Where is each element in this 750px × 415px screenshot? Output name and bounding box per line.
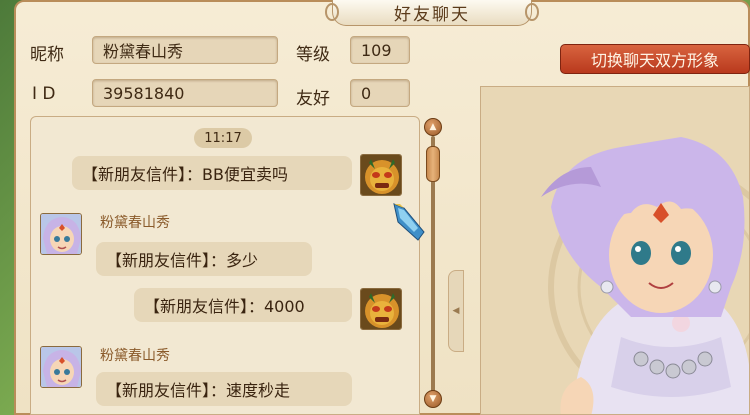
nickname-value: 粉黛春山秀 bbox=[103, 42, 184, 61]
title-ornament-left bbox=[325, 3, 339, 21]
sender-name: 粉黛春山秀 bbox=[100, 348, 170, 364]
lion-mask-avatar-icon bbox=[360, 288, 402, 330]
chat-timestamp: 11:17 bbox=[194, 128, 252, 148]
nickname-label: 昵称 bbox=[30, 45, 64, 65]
scroll-down-button[interactable]: ▼ bbox=[424, 390, 442, 408]
window-title: 好友聊天 bbox=[394, 5, 470, 25]
level-field: 109 bbox=[350, 36, 410, 64]
collapse-panel-toggle[interactable]: ◀ bbox=[448, 270, 464, 352]
chat-message-bubble: 【新朋友信件】：多少 bbox=[96, 242, 312, 276]
scroll-up-button[interactable]: ▲ bbox=[424, 118, 442, 136]
chat-message-bubble: 【新朋友信件】：4000 bbox=[134, 288, 352, 322]
sender-name: 粉黛春山秀 bbox=[100, 215, 170, 231]
chat-message-bubble: 【新朋友信件】：BB便宜卖吗 bbox=[72, 156, 352, 190]
friendship-field: 0 bbox=[350, 79, 410, 107]
friendship-label: 友好 bbox=[296, 89, 330, 109]
level-label: 等级 bbox=[296, 45, 330, 65]
chat-scrollbar[interactable]: ▲ ▼ bbox=[424, 118, 442, 415]
title-ornament-right bbox=[525, 3, 539, 21]
character-portrait-panel bbox=[480, 86, 750, 415]
window-title-bar: 好友聊天 bbox=[325, 0, 539, 26]
scrollbar-thumb[interactable] bbox=[426, 146, 440, 182]
switch-avatar-button[interactable]: 切换聊天双方形象 bbox=[560, 44, 750, 74]
lavender-hair-avatar-icon bbox=[40, 213, 82, 255]
chat-message-bubble: 【新朋友信件】：速度秒走 bbox=[96, 372, 352, 406]
friendship-value: 0 bbox=[361, 83, 372, 103]
level-value: 109 bbox=[361, 40, 392, 60]
character-portrait bbox=[541, 137, 749, 414]
id-value: 39581840 bbox=[103, 83, 185, 103]
lion-mask-avatar-icon bbox=[360, 154, 402, 196]
id-field: 39581840 bbox=[92, 79, 278, 107]
id-label: I D bbox=[32, 84, 56, 104]
lavender-hair-avatar-icon bbox=[40, 346, 82, 388]
nickname-field: 粉黛春山秀 bbox=[92, 36, 278, 64]
